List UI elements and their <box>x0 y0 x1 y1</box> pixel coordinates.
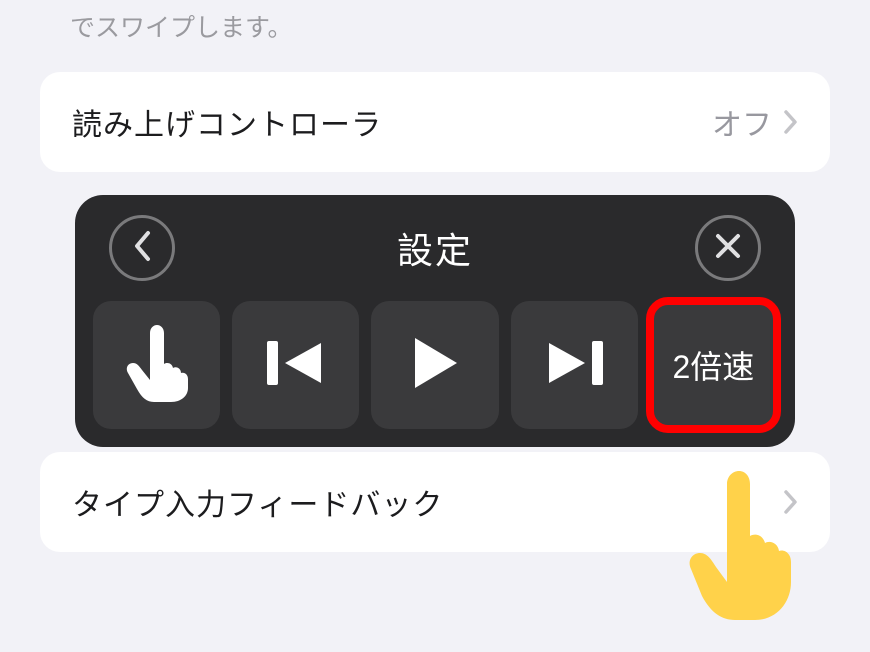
item-value: オフ <box>712 100 772 144</box>
speak-controller-overlay: 設定 <box>75 195 795 447</box>
play-button[interactable] <box>371 301 498 429</box>
previous-button[interactable] <box>232 301 359 429</box>
speed-button[interactable]: 2倍速 <box>650 301 777 429</box>
item-right: オフ <box>712 100 798 144</box>
pointing-hand-icon <box>124 322 190 409</box>
chevron-right-icon <box>784 110 798 134</box>
overlay-header: 設定 <box>93 215 777 301</box>
control-button-row: 2倍速 <box>93 301 777 429</box>
play-icon <box>407 333 463 398</box>
chevron-left-icon <box>131 229 153 268</box>
next-button[interactable] <box>511 301 638 429</box>
tap-mode-button[interactable] <box>93 301 220 429</box>
list-item-speak-controller[interactable]: 読み上げコントローラ オフ <box>40 72 830 172</box>
close-icon <box>713 231 743 266</box>
item-right <box>784 490 798 514</box>
skip-next-icon <box>543 337 605 394</box>
item-label: 読み上げコントローラ <box>72 100 382 144</box>
speed-label: 2倍速 <box>673 342 755 388</box>
list-item-typing-feedback[interactable]: タイプ入力フィードバック <box>40 452 830 552</box>
close-button[interactable] <box>695 215 761 281</box>
item-label: タイプ入力フィードバック <box>72 480 443 524</box>
skip-previous-icon <box>265 337 327 394</box>
back-button[interactable] <box>109 215 175 281</box>
chevron-right-icon <box>784 490 798 514</box>
page-intro-text: でスワイプします。 <box>0 0 870 72</box>
overlay-title: 設定 <box>397 222 473 274</box>
